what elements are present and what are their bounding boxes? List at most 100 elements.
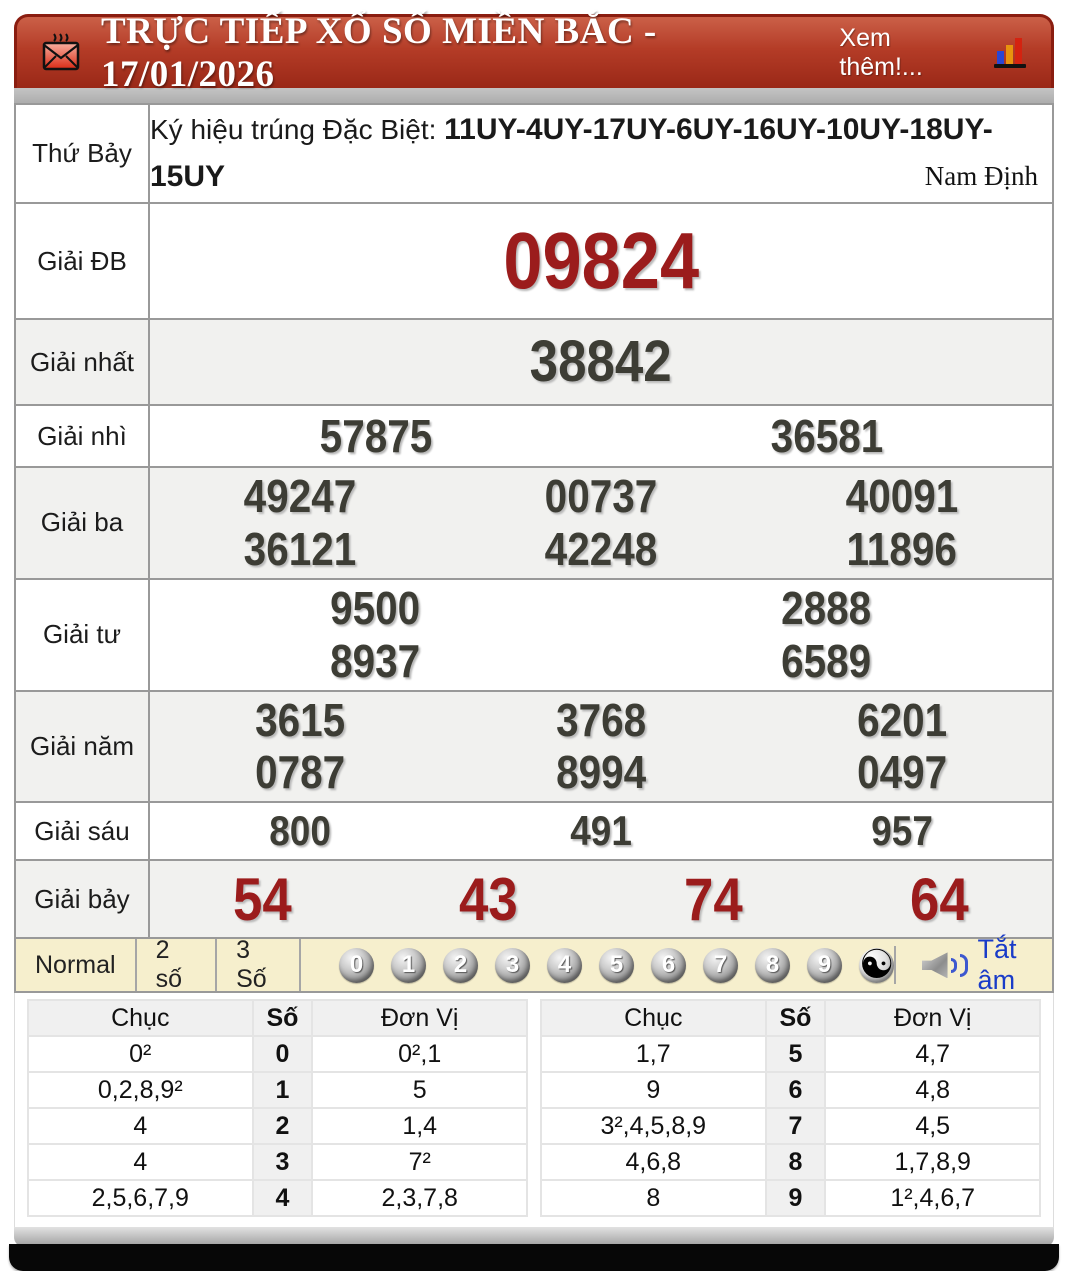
so-cell: 5: [764, 1035, 827, 1074]
so-cell: 7: [764, 1107, 827, 1146]
table-row: Giải ĐB 09824: [14, 202, 1054, 320]
prize-number: 957: [870, 807, 933, 855]
prize-number: 0497: [856, 746, 947, 799]
donvi-cell: 4,5: [824, 1107, 1041, 1146]
table-row: 9 6 4,8: [540, 1071, 1041, 1110]
widget-header: TRỰC TIẾP XỔ SỐ MIỀN BẮC - 17/01/2026 Xe…: [14, 11, 1054, 95]
prize-number: 8994: [555, 746, 647, 799]
day-label: Thứ Bảy: [14, 103, 150, 204]
ball-2[interactable]: 2: [443, 947, 479, 983]
prize-number: 2888: [781, 581, 872, 634]
results-table: Thứ Bảy Ký hiệu trúng Đặc Biệt: 11UY-4UY…: [14, 103, 1054, 940]
chuc-cell: 2,5,6,7,9: [27, 1179, 254, 1218]
ball-8[interactable]: 8: [755, 947, 791, 983]
donvi-cell: 2,3,7,8: [311, 1179, 528, 1218]
prize-cell: 800 491 957: [148, 801, 1054, 862]
prize-number: 11896: [846, 522, 957, 575]
donvi-cell: 1,4: [311, 1107, 528, 1146]
table-row: Chục Số Đơn Vị: [540, 999, 1041, 1038]
table-row: Giải ba 49247 00737 40091 36121 42248 11…: [14, 466, 1054, 580]
column-header-donvi: Đơn Vị: [311, 999, 528, 1038]
toolbar: Normal 2 số 3 Số 0 1 2 3 4 5 6 7 8 9 ☯ T…: [14, 934, 1054, 995]
prize-number: 3615: [255, 693, 346, 746]
table-row: Giải nhì 57875 36581: [14, 404, 1054, 468]
chuc-cell: 0²: [27, 1035, 254, 1074]
so-cell: 4: [251, 1179, 314, 1218]
prize-cell: 57875 36581: [148, 404, 1054, 468]
table-row: Giải năm 3615 3768 6201 0787 8994 0497: [14, 689, 1054, 804]
prize-cell: 54 43 74 64: [148, 859, 1054, 940]
so-cell: 6: [764, 1071, 827, 1110]
toolbar-divider: [894, 946, 896, 985]
mode-tab-3so[interactable]: 3 Số: [217, 936, 302, 993]
mute-button[interactable]: Tắt âm: [894, 934, 1038, 996]
mode-tab-normal[interactable]: Normal: [16, 939, 137, 992]
prize-cell: 38842: [148, 318, 1054, 406]
special-symbol-cell: Ký hiệu trúng Đặc Biệt: 11UY-4UY-17UY-6U…: [148, 103, 1054, 204]
prize-label: Giải năm: [14, 689, 150, 804]
hot-envelope-icon: [39, 31, 85, 75]
column-header-so: Số: [764, 999, 827, 1038]
prize-label: Giải bảy: [14, 859, 150, 940]
so-cell: 8: [764, 1143, 827, 1182]
table-row: 2,5,6,7,9 4 2,3,7,8: [27, 1179, 528, 1218]
loto-table-right: Chục Số Đơn Vị 1,7 5 4,7 9 6 4,8 3²,4,5,…: [540, 999, 1041, 1218]
prize-number: 43: [458, 865, 518, 933]
so-cell: 1: [251, 1071, 314, 1110]
ball-0[interactable]: 0: [339, 947, 375, 983]
ball-3[interactable]: 3: [495, 947, 531, 983]
prize-number: 6201: [856, 693, 947, 746]
table-row: 4 2 1,4: [27, 1107, 528, 1146]
prize-number: 6589: [781, 634, 872, 687]
prize-number: 40091: [845, 470, 958, 522]
see-more-link[interactable]: Xem thêm!...: [839, 24, 981, 82]
prize-label: Giải ĐB: [14, 202, 150, 320]
chuc-cell: 4: [27, 1143, 254, 1182]
donvi-cell: 7²: [311, 1143, 528, 1182]
donvi-cell: 1²,4,6,7: [824, 1179, 1041, 1218]
symbol-label: Ký hiệu trúng Đặc Biệt:: [150, 114, 437, 145]
so-cell: 0: [251, 1035, 314, 1074]
speaker-icon: [921, 952, 968, 979]
ball-7[interactable]: 7: [703, 947, 739, 983]
table-row: 4,6,8 8 1,7,8,9: [540, 1143, 1041, 1182]
mode-tab-2so[interactable]: 2 số: [137, 936, 218, 993]
prize-label: Giải sáu: [14, 801, 150, 862]
chuc-cell: 0,2,8,9²: [27, 1071, 254, 1110]
chuc-cell: 4,6,8: [540, 1143, 767, 1182]
prize-cell: 09824: [148, 202, 1054, 320]
prize-number: 8937: [330, 634, 421, 687]
ball-1[interactable]: 1: [391, 947, 427, 983]
so-cell: 2: [251, 1107, 314, 1146]
prize-number: 74: [684, 865, 744, 933]
prize-label: Giải nhất: [14, 318, 150, 406]
ball-5[interactable]: 5: [599, 947, 635, 983]
ball-4[interactable]: 4: [547, 947, 583, 983]
column-header-donvi: Đơn Vị: [824, 999, 1041, 1038]
prize-number: 491: [570, 807, 632, 855]
table-row: Giải bảy 54 43 74 64: [14, 859, 1054, 940]
table-row: Giải tư 9500 2888 8937 6589: [14, 577, 1054, 692]
loto-summary: Chục Số Đơn Vị 0² 0 0²,1 0,2,8,9² 1 5 4 …: [14, 993, 1054, 1228]
table-row: Giải sáu 800 491 957: [14, 801, 1054, 862]
table-row: 0,2,8,9² 1 5: [27, 1071, 528, 1110]
ball-9[interactable]: 9: [807, 947, 843, 983]
column-header-chuc: Chục: [540, 999, 767, 1038]
prize-cell: 9500 2888 8937 6589: [148, 577, 1054, 692]
yin-yang-icon[interactable]: ☯: [859, 947, 895, 983]
so-cell: 9: [764, 1179, 827, 1218]
page-title: TRỰC TIẾP XỔ SỐ MIỀN BẮC - 17/01/2026: [101, 10, 657, 95]
prize-number: 36581: [770, 409, 883, 462]
table-row: Giải nhất 38842: [14, 318, 1054, 406]
prize-number: 0787: [255, 746, 346, 799]
ball-6[interactable]: 6: [651, 947, 687, 983]
province-name: Nam Định: [924, 161, 1038, 192]
donvi-cell: 5: [311, 1071, 528, 1110]
bar-chart-icon[interactable]: [993, 35, 1033, 71]
prize-number: 800: [269, 807, 332, 855]
table-row: 0² 0 0²,1: [27, 1035, 528, 1074]
prize-number: 9500: [330, 581, 421, 634]
column-header-so: Số: [251, 999, 314, 1038]
column-header-chuc: Chục: [27, 999, 254, 1038]
prize-cell: 49247 00737 40091 36121 42248 11896: [148, 466, 1054, 580]
